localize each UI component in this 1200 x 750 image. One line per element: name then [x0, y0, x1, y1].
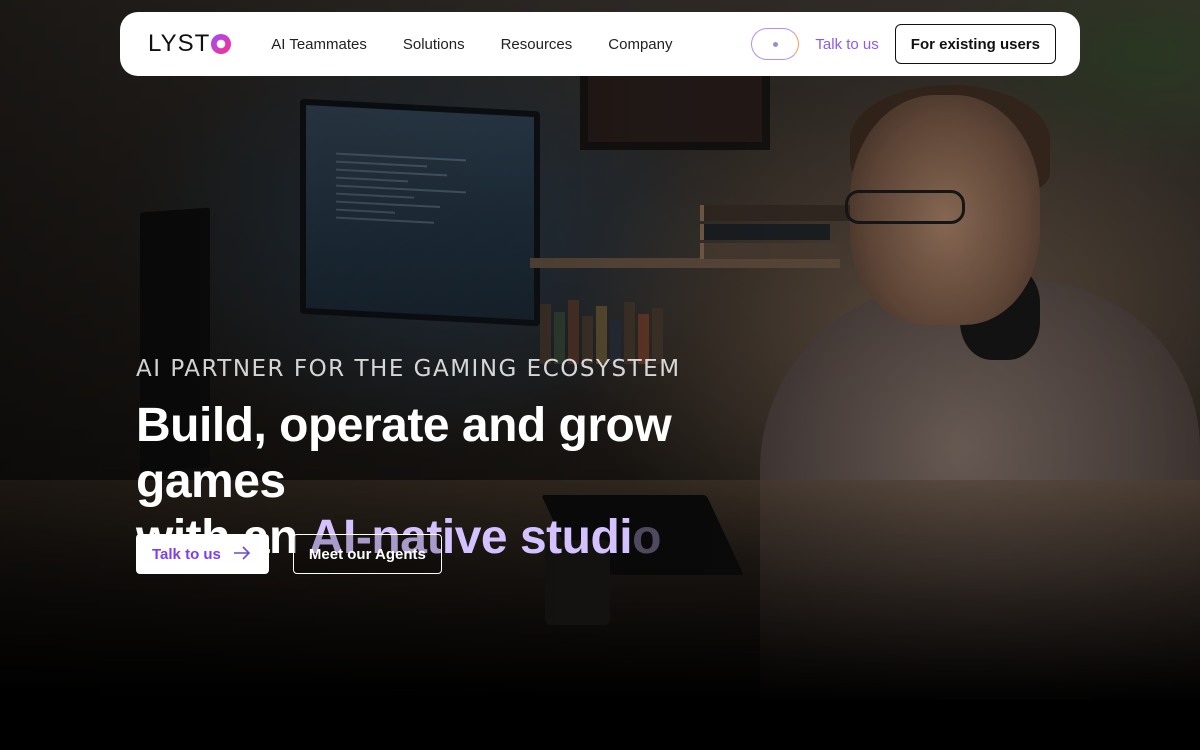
nav-link-ai-teammates[interactable]: AI Teammates: [271, 36, 367, 53]
nav-links: AI Teammates Solutions Resources Company: [271, 36, 672, 53]
talk-to-us-label: Talk to us: [152, 545, 221, 563]
nav-link-solutions[interactable]: Solutions: [403, 36, 465, 53]
nav-talk-link[interactable]: Talk to us: [815, 36, 878, 53]
theme-toggle[interactable]: [751, 28, 800, 60]
top-nav: LYST AI Teammates Solutions Resources Co…: [120, 12, 1080, 76]
nav-link-company[interactable]: Company: [608, 36, 672, 53]
meet-agents-button[interactable]: Meet our Agents: [292, 534, 442, 574]
headline-typing-char: o: [632, 511, 661, 564]
toggle-dot-icon: [773, 42, 779, 47]
existing-users-button[interactable]: For existing users: [894, 24, 1056, 64]
logo-mark-icon: [211, 34, 232, 54]
headline-line-1: Build, operate and grow games: [136, 399, 672, 508]
arrow-right-icon: [233, 545, 251, 563]
nav-link-resources[interactable]: Resources: [501, 36, 573, 53]
nav-actions: Talk to us For existing users: [751, 24, 1056, 64]
brand-logo[interactable]: LYST: [148, 30, 232, 58]
hero-cta-row: Talk to us Meet our Agents: [136, 534, 442, 574]
logo-wordmark: LYST: [148, 30, 211, 57]
talk-to-us-button[interactable]: Talk to us: [136, 534, 269, 574]
hero-eyebrow: AI PARTNER FOR THE GAMING ECOSYSTEM: [136, 356, 681, 382]
